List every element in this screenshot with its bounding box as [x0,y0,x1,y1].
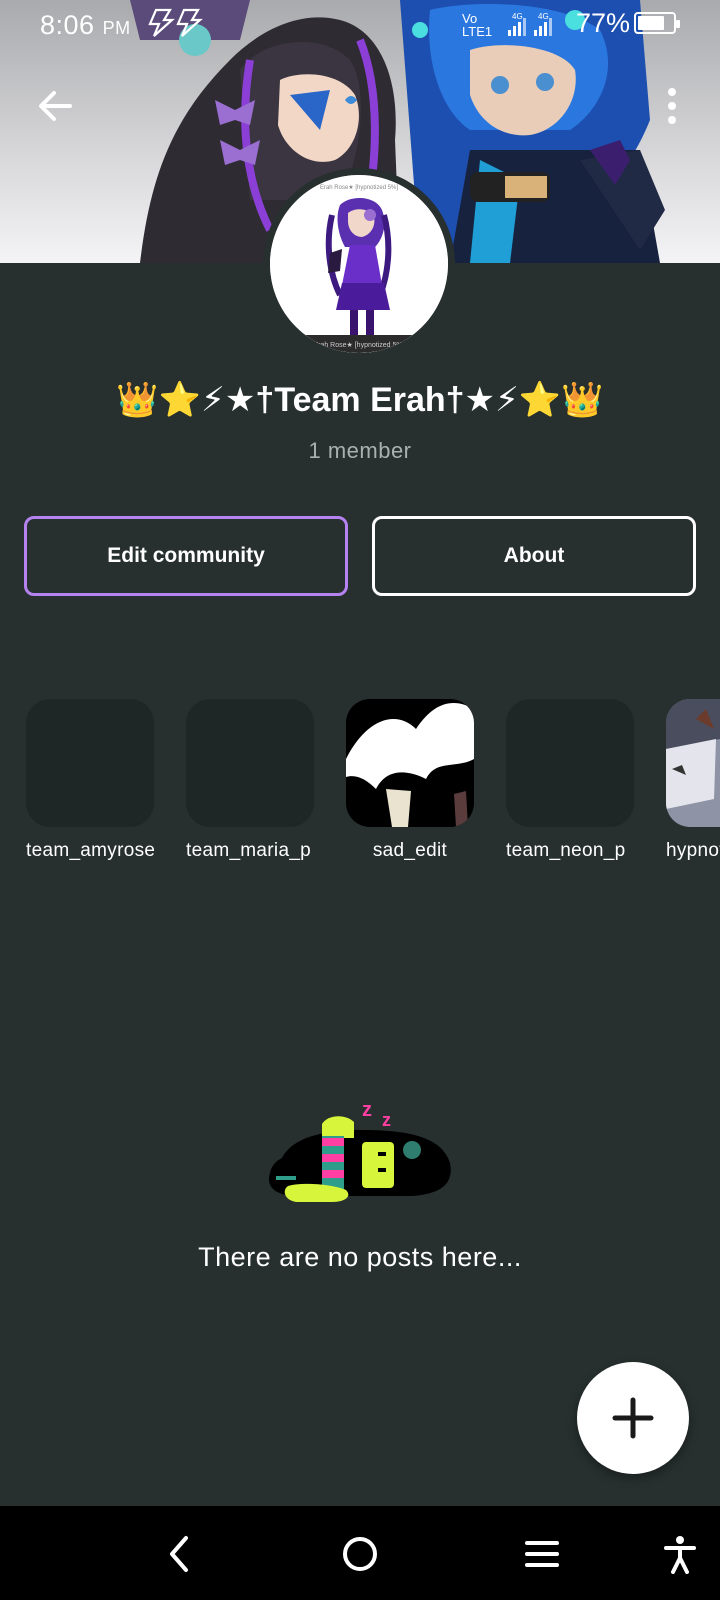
accessibility-icon [664,1536,696,1574]
status-time: 8:06 PM [40,10,131,40]
about-button[interactable]: About [372,516,696,596]
circle-home-icon [343,1537,377,1571]
svg-text:z: z [382,1110,391,1130]
notification-bolt-icons [146,8,206,45]
label-4g-2: 4G [538,12,549,21]
community-tile-3[interactable] [506,699,634,827]
avatar-caption: Erah Rose★ [hypnotized 5%] [313,341,404,349]
system-navigation-bar [0,1506,720,1600]
battery-icon [634,12,680,34]
arrow-left-icon [39,91,72,121]
avatar-illustration: Erah Rose★ [hypnotized 5%] Erah Rose★ [h… [270,175,448,353]
back-button[interactable] [34,84,78,128]
sleeping-mascot-illustration: z z [262,1098,458,1218]
more-vertical-icon [668,88,676,124]
avatar-caption-top: Erah Rose★ [hypnotized 5%] [320,184,398,191]
member-count[interactable]: 1 member [0,438,720,464]
plus-icon [612,1397,654,1439]
nav-accessibility-button[interactable] [660,1534,700,1574]
create-post-button[interactable] [577,1362,689,1474]
more-options-button[interactable] [652,84,692,128]
battery-percent: 77% [576,8,631,38]
nav-back-button[interactable] [160,1534,200,1574]
screen: 8:06 PM Vo LTE1 4G 4G 77% Erah Rose★ [hy… [0,0,720,1600]
nav-home-button[interactable] [340,1534,380,1574]
chevron-left-icon [170,1536,188,1572]
community-label-0: team_amyrose [26,840,154,861]
community-tile-2[interactable] [346,699,474,827]
edit-community-button[interactable]: Edit community [24,516,348,596]
community-tile-0[interactable] [26,699,154,827]
empty-state-text: There are no posts here... [198,1242,522,1272]
community-title: 👑⭐⚡★†Team Erah†★⚡⭐👑 [116,381,604,419]
menu-icon [525,1541,559,1567]
community-avatar[interactable]: Erah Rose★ [hypnotized 5%] Erah Rose★ [h… [263,168,455,360]
community-tile-1[interactable] [186,699,314,827]
nav-menu-button[interactable] [522,1534,562,1574]
hypnotized-thumbnail [666,699,720,827]
community-tile-4[interactable] [666,699,720,827]
svg-text:z: z [362,1099,372,1121]
community-label-4: hypnotized [666,840,720,861]
network-indicator: Vo LTE1 [462,11,493,39]
label-4g-1: 4G [512,12,523,21]
bolt-icon [148,8,203,37]
sad-edit-thumbnail [346,699,474,827]
community-label-3: team_neon_p [506,840,626,861]
community-label-2: sad_edit [372,840,448,861]
status-bar: 8:06 PM Vo LTE1 4G 4G 77% [0,0,720,52]
community-label-1: team_maria_p [186,840,312,861]
signal-icon: 4G 4G [506,12,566,43]
